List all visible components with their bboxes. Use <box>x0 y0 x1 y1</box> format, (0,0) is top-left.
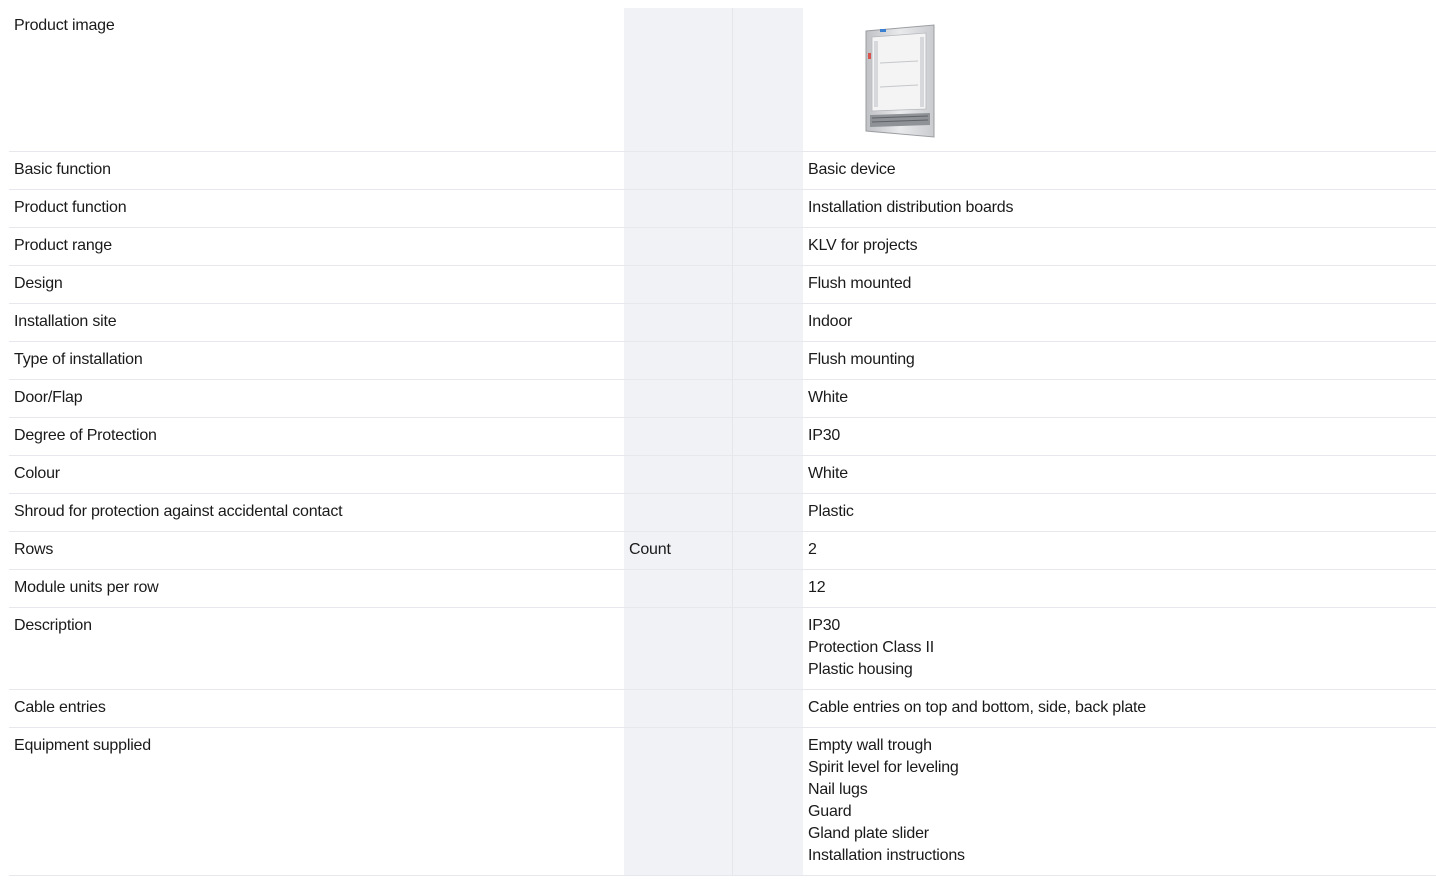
row-spacer <box>732 151 803 190</box>
value-line: Protection Class II <box>808 639 935 656</box>
row-unit <box>624 227 733 266</box>
row-unit <box>624 8 733 152</box>
table-row: Basic function Basic device <box>9 151 1436 190</box>
row-unit <box>624 341 733 380</box>
row-unit <box>624 607 733 690</box>
row-unit <box>624 379 733 418</box>
table-row-product-image: Product image <box>9 8 1436 152</box>
table-row: Type of installation Flush mounting <box>9 341 1436 380</box>
row-spacer <box>732 455 803 494</box>
row-value: Empty wall trough Spirit level for leveli… <box>803 727 1436 876</box>
distribution-board-enclosure-image <box>860 23 940 141</box>
row-unit <box>624 151 733 190</box>
row-value: Plastic <box>803 493 1436 532</box>
row-value: Flush mounting <box>803 341 1436 380</box>
row-label: Equipment supplied <box>9 727 624 876</box>
value-line: Spirit level for leveling <box>808 759 959 776</box>
value-line: Plastic housing <box>808 661 913 678</box>
row-unit <box>624 417 733 456</box>
value-line: Gland plate slider <box>808 825 929 842</box>
row-value: IP30 Protection Class II Plastic housing <box>803 607 1436 690</box>
row-label: Product range <box>9 227 624 266</box>
row-unit <box>624 265 733 304</box>
table-row: Design Flush mounted <box>9 265 1436 304</box>
row-spacer <box>732 265 803 304</box>
row-spacer <box>732 689 803 728</box>
value-line: Installation instructions <box>808 847 965 864</box>
row-value: KLV for projects <box>803 227 1436 266</box>
row-value: Basic device <box>803 151 1436 190</box>
row-label: Product image <box>9 8 624 152</box>
row-value: Indoor <box>803 303 1436 342</box>
row-unit: Count <box>624 531 733 570</box>
table-row-equipment-supplied: Equipment supplied Empty wall trough Spiri… <box>9 727 1436 876</box>
row-label: Basic function <box>9 151 624 190</box>
table-row-cable-entries: Cable entries Cable entries on top and bo… <box>9 689 1436 728</box>
table-row: Colour White <box>9 455 1436 494</box>
row-label: Shroud for protection against accidental… <box>9 493 624 532</box>
row-label: Product function <box>9 189 624 228</box>
row-label: Rows <box>9 531 624 570</box>
table-row: Rows Count 2 <box>9 531 1436 570</box>
row-label: Description <box>9 607 624 690</box>
row-spacer <box>732 569 803 608</box>
row-spacer <box>732 303 803 342</box>
row-spacer <box>732 341 803 380</box>
row-unit <box>624 455 733 494</box>
row-value: White <box>803 379 1436 418</box>
table-row: Shroud for protection against accidental… <box>9 493 1436 532</box>
row-spacer <box>732 189 803 228</box>
row-unit <box>624 727 733 876</box>
row-value: 12 <box>803 569 1436 608</box>
row-unit <box>624 689 733 728</box>
spec-table: Product image Basic function Basic devic… <box>9 8 1436 876</box>
table-row-description: Description IP30 Protection Class II Plasti… <box>9 607 1436 690</box>
table-row: Product range KLV for projects <box>9 227 1436 266</box>
row-spacer <box>732 493 803 532</box>
row-spacer <box>732 227 803 266</box>
row-value: Flush mounted <box>803 265 1436 304</box>
row-unit <box>624 303 733 342</box>
row-spacer <box>732 607 803 690</box>
value-line: Empty wall trough <box>808 737 932 754</box>
table-row: Product function Installation distributio… <box>9 189 1436 228</box>
row-label: Installation site <box>9 303 624 342</box>
table-row: Module units per row 12 <box>9 569 1436 608</box>
row-value: Cable entries on top and bottom, side, b… <box>803 689 1436 728</box>
row-value: IP30 <box>803 417 1436 456</box>
row-label: Colour <box>9 455 624 494</box>
table-row: Installation site Indoor <box>9 303 1436 342</box>
row-label: Module units per row <box>9 569 624 608</box>
value-line: Nail lugs <box>808 781 868 798</box>
row-label: Design <box>9 265 624 304</box>
row-label: Type of installation <box>9 341 624 380</box>
row-value: 2 <box>803 531 1436 570</box>
row-value: Installation distribution boards <box>803 189 1436 228</box>
value-line: Guard <box>808 803 852 820</box>
row-label: Degree of Protection <box>9 417 624 456</box>
value-line: IP30 <box>808 617 841 634</box>
row-spacer <box>732 417 803 456</box>
row-value: White <box>803 455 1436 494</box>
row-spacer <box>732 727 803 876</box>
row-label: Door/Flap <box>9 379 624 418</box>
row-spacer <box>732 379 803 418</box>
table-row: Door/Flap White <box>9 379 1436 418</box>
table-row: Degree of Protection IP30 <box>9 417 1436 456</box>
row-spacer <box>732 531 803 570</box>
row-label: Cable entries <box>9 689 624 728</box>
row-unit <box>624 569 733 608</box>
row-unit <box>624 493 733 532</box>
row-unit <box>624 189 733 228</box>
